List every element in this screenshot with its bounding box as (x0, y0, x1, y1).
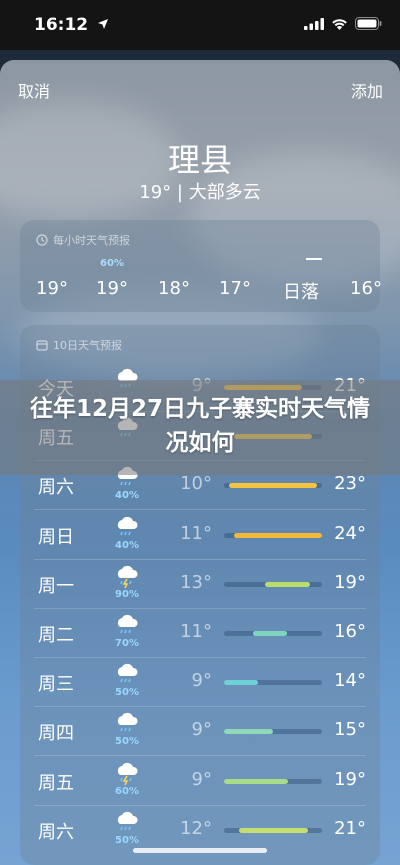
status-icons (304, 17, 382, 30)
home-indicator[interactable] (133, 848, 267, 853)
hour-item: 18° (158, 278, 190, 299)
status-time: 16:12 (34, 15, 109, 35)
temperature-range-fill (253, 631, 287, 636)
day-precip-chance: 70% (115, 638, 139, 649)
add-button[interactable]: 添加 (351, 78, 383, 102)
daily-header-label: 10日天气预报 (53, 339, 122, 352)
day-name: 周日 (38, 526, 74, 548)
daily-row[interactable]: 周一 90% 13° 19° (20, 560, 380, 609)
city-name: 理县 (167, 141, 232, 179)
hourly-forecast-card[interactable]: 每小时天气预报 60% 19° 19° 18° 17° 日落 16° (20, 220, 382, 312)
day-low-temp: 11° (180, 522, 212, 544)
day-precip-chance: 50% (115, 834, 139, 846)
temperature-range-fill (224, 680, 258, 686)
battery-icon (355, 17, 382, 30)
temperature-range-bar (224, 483, 322, 489)
temperature-range-bar (224, 631, 322, 636)
temperature-range-bar (224, 729, 322, 735)
thunderstorm-icon (117, 762, 138, 785)
day-name: 周五 (38, 772, 74, 794)
temperature-range-fill (224, 778, 288, 784)
day-high-temp: 16° (334, 621, 366, 642)
temperature-range-bar (224, 778, 322, 784)
day-precip-chance: 40% (115, 490, 139, 502)
thunderstorm-icon (117, 565, 138, 589)
daily-row[interactable]: 周三 50% 9° 14° (20, 658, 380, 708)
day-high-temp: 24° (334, 522, 366, 544)
day-low-temp: 13° (180, 571, 212, 593)
daily-row[interactable]: 周四 50% 9° 15° (20, 707, 380, 757)
hourly-header: 每小时天气预报 (36, 232, 130, 248)
temperature-range-fill (234, 532, 322, 538)
day-high-temp: 14° (334, 670, 366, 692)
day-high-temp: 23° (334, 473, 366, 495)
wifi-icon (332, 18, 347, 30)
day-low-temp: 12° (180, 817, 212, 839)
hourly-header-label: 每小时天气预报 (53, 234, 130, 247)
daily-row[interactable]: 周五 60% 9° 19° (20, 757, 380, 806)
hour-item: 17° (219, 278, 251, 299)
day-name: 周六 (38, 821, 74, 843)
cancel-button[interactable]: 取消 (18, 78, 50, 102)
day-high-temp: 21° (334, 817, 366, 839)
temperature-range-bar (224, 680, 322, 686)
banner-title: 往年12月27日九子寨实时天气情况如何 (29, 396, 370, 456)
day-name: 周一 (38, 575, 74, 597)
current-summary: 19° | 大部多云 (139, 182, 261, 203)
day-low-temp: 9° (191, 719, 212, 741)
rain-cloud-icon (117, 516, 138, 535)
day-name: 周二 (38, 625, 74, 646)
clock-icon (36, 234, 48, 246)
day-precip-chance: 90% (115, 588, 139, 600)
hour-item: 日落 (283, 282, 319, 303)
day-precip-chance: 60% (115, 785, 139, 797)
day-low-temp: 11° (180, 621, 212, 642)
status-bar: 16:12 (0, 0, 400, 50)
hour-precip-chance: 60% (100, 258, 124, 269)
sunset-line-icon (306, 258, 322, 260)
daily-row[interactable]: 周二 70% 11° 16° (20, 609, 380, 658)
day-low-temp: 10° (180, 473, 212, 495)
day-precip-chance: 50% (115, 687, 139, 699)
rain-cloud-icon (117, 664, 138, 683)
rain-cloud-icon (117, 811, 138, 831)
hour-item: 16° (350, 278, 382, 299)
hour-item: 19° (96, 278, 128, 299)
day-high-temp: 15° (334, 719, 366, 741)
day-precip-chance: 50% (115, 736, 139, 748)
day-name: 周三 (38, 674, 74, 696)
daily-row[interactable]: 周日 40% 11° 24° (20, 511, 380, 560)
temperature-range-fill (265, 581, 310, 587)
hour-item: 19° (36, 278, 68, 299)
status-time-text: 16:12 (34, 15, 89, 35)
location-arrow-icon (98, 19, 109, 29)
day-low-temp: 9° (191, 670, 212, 692)
cellular-signal-icon (304, 17, 324, 30)
title-banner: 往年12月27日九子寨实时天气情况如何 (0, 380, 400, 475)
daily-header: 10日天气预报 (36, 337, 122, 353)
rain-cloud-icon (117, 713, 138, 732)
temperature-range-bar (224, 581, 322, 587)
day-high-temp: 19° (334, 768, 366, 790)
day-precip-chance: 40% (115, 539, 139, 551)
temperature-range-fill (224, 729, 273, 735)
day-high-temp: 19° (334, 571, 366, 593)
day-low-temp: 9° (191, 768, 212, 790)
calendar-icon (36, 340, 48, 351)
rain-cloud-icon (117, 614, 138, 634)
temperature-range-bar (224, 827, 322, 833)
temperature-range-bar (224, 532, 322, 538)
day-name: 周四 (38, 723, 74, 745)
temperature-range-fill (239, 827, 308, 833)
day-name: 周六 (38, 477, 74, 499)
temperature-range-fill (229, 483, 317, 489)
